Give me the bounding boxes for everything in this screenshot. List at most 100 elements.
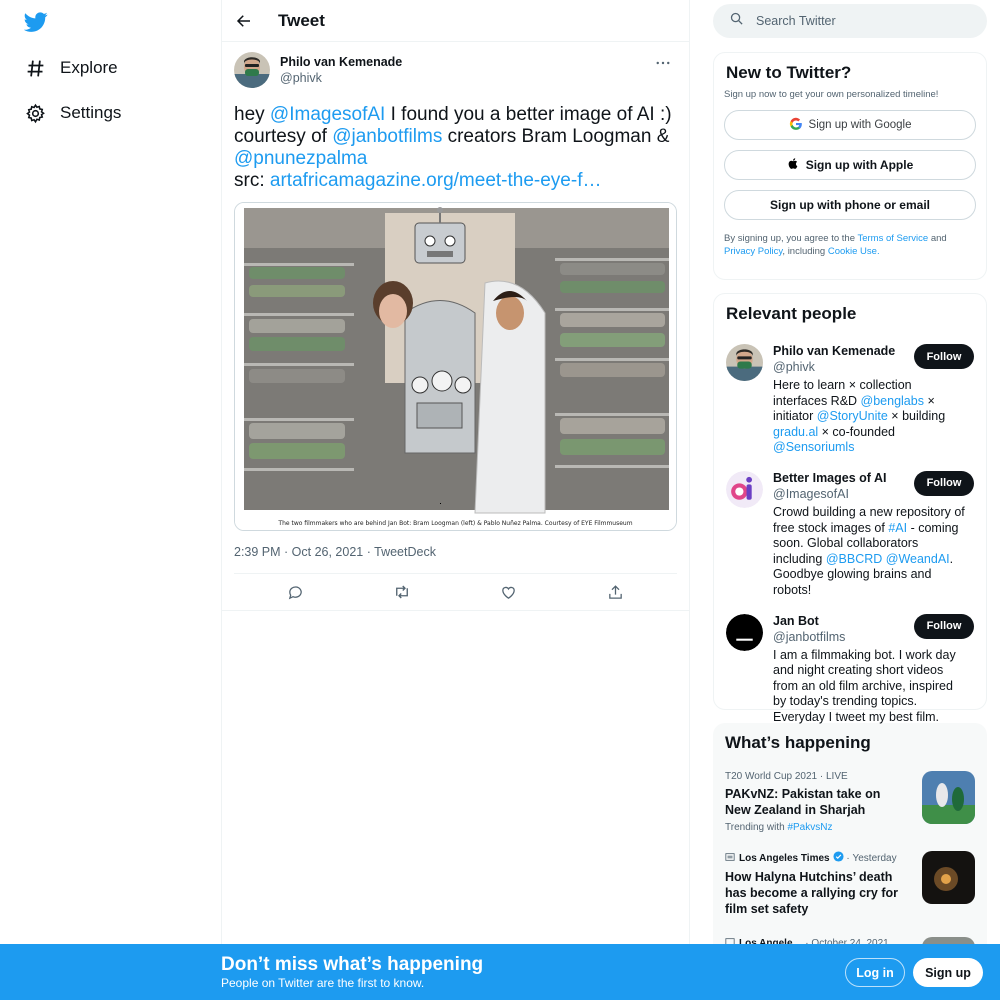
bio-link[interactable]: @benglabs (861, 394, 924, 408)
news-icon (725, 852, 735, 865)
mention-link[interactable]: @pnunezpalma (234, 148, 367, 169)
bio-link[interactable]: #AI (888, 521, 907, 535)
person-item[interactable]: Philo van Kemenade @phivk Here to learn … (714, 344, 986, 456)
trend-item[interactable]: Los Angeles Times · Yesterday How Halyna… (713, 841, 987, 917)
search-icon (729, 11, 744, 31)
new-to-twitter-card: New to Twitter? Sign up now to get your … (713, 52, 987, 280)
trend-thumbnail (922, 851, 975, 904)
person-bio: Crowd building a new repository of free … (773, 505, 969, 599)
like-heart-icon[interactable] (500, 583, 518, 601)
trend-item[interactable]: T20 World Cup 2021 · LIVE PAKvNZ: Pakist… (713, 761, 987, 833)
nav-settings-label: Settings (60, 103, 122, 122)
prompt-title: Don’t miss what’s happening (221, 954, 484, 975)
terms-part: , including (782, 246, 828, 257)
trend-status: LIVE (825, 771, 848, 782)
person-item[interactable]: Better Images of AI @ImagesofAI Crowd bu… (714, 470, 986, 599)
bio-text: × co-founded (818, 424, 895, 439)
nav-settings[interactable]: Settings (24, 98, 121, 128)
mention-link[interactable]: @ImagesofAI (270, 104, 385, 125)
bio-link[interactable]: @BBCRD (826, 552, 882, 566)
twitter-logo-icon[interactable] (23, 10, 48, 34)
whats-happening-card: What’s happening T20 World Cup 2021 · LI… (713, 723, 987, 963)
left-navigation: Explore Settings (0, 0, 221, 1000)
tweet-timestamp[interactable]: 2:39 PM · Oct 26, 2021 · TweetDeck (234, 545, 677, 574)
retweet-icon[interactable] (393, 583, 411, 601)
image-caption: The two filmmakers who are behind Jan Bo… (278, 520, 633, 527)
login-button[interactable]: Log in (845, 958, 905, 987)
avatar[interactable] (726, 470, 763, 508)
trend-separator: · (817, 771, 826, 782)
page-title: Tweet (278, 10, 325, 30)
signup-button[interactable]: Sign up (913, 958, 983, 987)
url-link[interactable]: artafricamagazine.org/meet-the-eye-f… (270, 170, 602, 191)
signup-google-label: Sign up with Google (808, 119, 912, 131)
search-input[interactable] (756, 14, 956, 28)
trend-thumbnail (922, 771, 975, 824)
trend-context: T20 World Cup 2021 (725, 771, 818, 782)
trend-title: PAKvNZ: Pakistan take on New Zealand in … (725, 787, 881, 817)
terms-text: By signing up, you agree to the Terms of… (724, 232, 976, 258)
follow-button[interactable]: Follow (914, 470, 974, 496)
gear-icon (24, 102, 46, 124)
more-options-icon[interactable] (655, 58, 671, 68)
signup-phone-button[interactable]: Sign up with phone or email (724, 190, 976, 220)
author-handle[interactable]: @phivk (280, 71, 402, 85)
back-arrow-icon[interactable] (234, 11, 254, 31)
google-logo-icon (789, 117, 803, 134)
trend-status: Yesterday (852, 852, 897, 864)
main-column: Tweet Philo van Kemenade @phivk hey @Ima… (221, 0, 690, 1000)
terms-of-service-link[interactable]: Terms of Service (857, 233, 928, 244)
bio-text: I am a filmmaking bot. I work day and ni… (773, 647, 956, 724)
tweet-image[interactable]: The two filmmakers who are behind Jan Bo… (234, 202, 677, 531)
tweet-text-part: creators Bram Loogman & (442, 126, 670, 147)
right-sidebar: New to Twitter? Sign up now to get your … (713, 0, 987, 963)
hashtag-icon (24, 57, 46, 79)
apple-logo-icon (787, 157, 800, 173)
tweet-text: hey @ImagesofAI I found you a better ima… (234, 104, 677, 192)
card-subtitle: Sign up now to get your own personalized… (724, 89, 939, 100)
card-title: New to Twitter? (726, 63, 852, 82)
terms-part: and (928, 233, 947, 244)
cookie-use-link[interactable]: Cookie Use. (828, 246, 880, 257)
card-title: What’s happening (725, 733, 871, 752)
person-bio: I am a filmmaking bot. I work day and ni… (773, 648, 969, 726)
reply-icon[interactable] (286, 583, 304, 601)
follow-button[interactable]: Follow (914, 344, 974, 369)
signup-prompt-bar: Don’t miss what’s happening People on Tw… (0, 944, 1000, 1000)
relevant-people-card: Relevant people Philo van Kemenade @phiv… (713, 293, 987, 724)
bio-text: × building (887, 409, 946, 424)
trend-context: Los Angeles Times (739, 852, 830, 864)
tweet-author: Philo van Kemenade @phivk (234, 52, 677, 100)
avatar[interactable] (234, 52, 270, 88)
verified-badge-icon (833, 851, 844, 865)
prompt-subtitle: People on Twitter are the first to know. (221, 976, 425, 990)
person-bio: Here to learn × collection interfaces R&… (773, 378, 969, 456)
tweet-text-part: hey (234, 104, 270, 125)
search-bar[interactable] (713, 4, 987, 38)
signup-apple-button[interactable]: Sign up with Apple (724, 150, 976, 180)
privacy-policy-link[interactable]: Privacy Policy (724, 246, 782, 257)
trend-title: How Halyna Hutchins’ death has become a … (725, 870, 898, 916)
avatar[interactable] (726, 613, 763, 651)
hashtag-link[interactable]: #PakvsNz (787, 822, 832, 833)
mention-link[interactable]: @janbotfilms (332, 126, 442, 147)
person-item[interactable]: Jan Bot @janbotfilms I am a filmmaking b… (714, 613, 986, 726)
avatar[interactable] (726, 344, 763, 381)
main-header: Tweet (222, 0, 689, 42)
nav-explore[interactable]: Explore (24, 53, 118, 83)
bio-link[interactable]: gradu.al (773, 425, 818, 439)
follow-button[interactable]: Follow (914, 613, 974, 639)
signup-apple-label: Sign up with Apple (805, 158, 914, 172)
nav-explore-label: Explore (60, 58, 118, 77)
share-icon[interactable] (607, 583, 625, 601)
terms-part: By signing up, you agree to the (724, 233, 858, 244)
trend-sub-label: Trending with (725, 822, 788, 833)
author-name[interactable]: Philo van Kemenade (280, 55, 402, 69)
card-title: Relevant people (726, 304, 857, 323)
tweet: Philo van Kemenade @phivk hey @ImagesofA… (222, 42, 689, 611)
bio-link[interactable]: @WeandAI (886, 552, 950, 566)
tweet-actions (222, 574, 689, 611)
bio-link[interactable]: @StoryUnite (817, 409, 888, 423)
signup-google-button[interactable]: Sign up with Google (724, 110, 976, 140)
bio-link[interactable]: @Sensoriumls (773, 440, 854, 454)
